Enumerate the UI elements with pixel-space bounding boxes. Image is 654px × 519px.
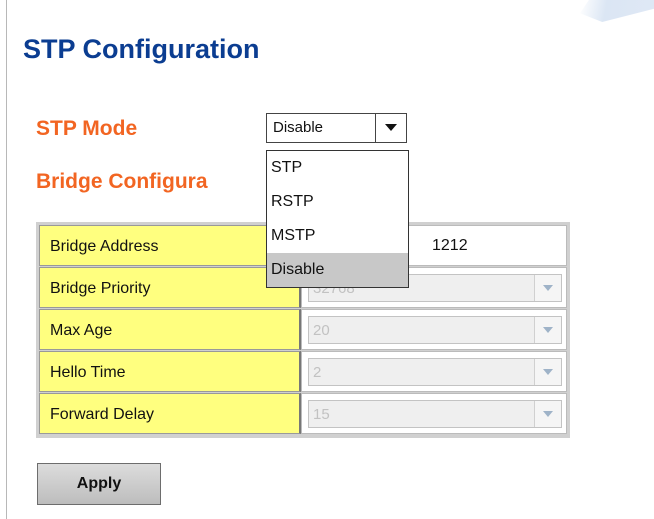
- stp-mode-option-rstp[interactable]: RSTP: [267, 185, 408, 219]
- bridge-address-label: Bridge Address: [39, 225, 301, 266]
- page-title: STP Configuration: [23, 34, 260, 64]
- bridge-configuration-heading: Bridge Configura: [36, 170, 208, 193]
- max-age-select[interactable]: 20: [308, 316, 562, 344]
- hello-time-select[interactable]: 2: [308, 358, 562, 386]
- bridge-priority-dropdown-button[interactable]: [534, 275, 561, 301]
- forward-delay-select[interactable]: 15: [308, 400, 562, 428]
- max-age-value: 20: [313, 322, 330, 339]
- header-decoration: [580, 0, 654, 22]
- stp-mode-select[interactable]: Disable: [266, 113, 407, 143]
- forward-delay-label: Forward Delay: [39, 393, 301, 434]
- hello-time-dropdown-button[interactable]: [534, 359, 561, 385]
- chevron-down-icon: [543, 411, 553, 417]
- max-age-label: Max Age: [39, 309, 301, 350]
- hello-time-value: 2: [313, 364, 322, 381]
- chevron-down-icon: [543, 285, 553, 291]
- hello-time-label: Hello Time: [39, 351, 301, 392]
- forward-delay-dropdown-button[interactable]: [534, 401, 561, 427]
- table-row-max-age: Max Age 20: [39, 309, 567, 350]
- max-age-dropdown-button[interactable]: [534, 317, 561, 343]
- table-row-forward-delay: Forward Delay 15: [39, 393, 567, 434]
- apply-button[interactable]: Apply: [37, 463, 161, 505]
- table-row-hello-time: Hello Time 2: [39, 351, 567, 392]
- stp-mode-option-stp[interactable]: STP: [267, 151, 408, 185]
- chevron-down-icon: [385, 124, 397, 131]
- forward-delay-cell: 15: [301, 393, 567, 434]
- max-age-cell: 20: [301, 309, 567, 350]
- chevron-down-icon: [543, 369, 553, 375]
- stp-mode-selected-value: Disable: [273, 119, 324, 136]
- page-border: [6, 0, 7, 519]
- stp-mode-dropdown-list: STP RSTP MSTP Disable: [266, 150, 409, 288]
- stp-mode-option-mstp[interactable]: MSTP: [267, 219, 408, 253]
- hello-time-cell: 2: [301, 351, 567, 392]
- stp-mode-option-disable[interactable]: Disable: [267, 253, 408, 287]
- bridge-priority-label: Bridge Priority: [39, 267, 301, 308]
- stp-mode-dropdown-button[interactable]: [375, 114, 406, 142]
- forward-delay-value: 15: [313, 406, 330, 423]
- stp-mode-label: STP Mode: [36, 117, 138, 140]
- chevron-down-icon: [543, 327, 553, 333]
- bridge-address-value: 1212: [432, 237, 468, 254]
